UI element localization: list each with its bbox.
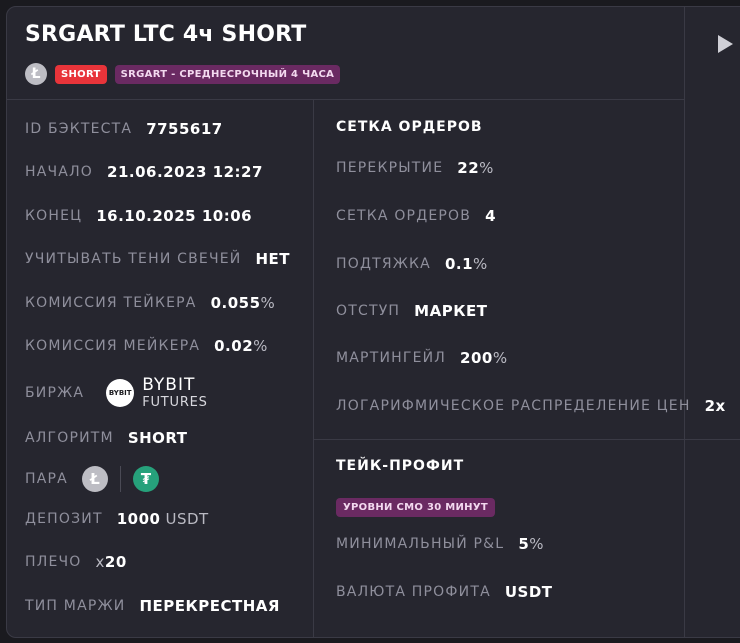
min-pnl-label: МИНИМАЛЬНЫЙ P&L	[336, 536, 505, 552]
backtest-card: SRGART LTC 4ч SHORT Ł SHORT SRGART - СРЕ…	[6, 6, 740, 638]
header-badges: Ł SHORT SRGART - СРЕДНЕСРОЧНЫЙ 4 ЧАСА	[25, 63, 341, 85]
section-divider	[313, 439, 740, 440]
leverage-value: x20	[95, 553, 127, 571]
column-divider	[313, 100, 314, 637]
take-profit-badge: УРОВНИ СМО 30 МИНУТ	[336, 498, 495, 517]
leverage-label: ПЛЕЧО	[25, 554, 82, 570]
deposit-row: ДЕПОЗИТ 1000 USDT	[25, 510, 209, 528]
grid-section-title: СЕТКА ОРДЕРОВ	[336, 119, 483, 135]
margin-type-row: ТИП МАРЖИ ПЕРЕКРЕСТНАЯ	[25, 597, 280, 615]
taker-fee-row: КОМИССИЯ ТЕЙКЕРА 0.055%	[25, 294, 275, 312]
min-pnl-row: МИНИМАЛЬНЫЙ P&L 5%	[336, 535, 544, 553]
overlap-label: ПЕРЕКРЫТИЕ	[336, 160, 444, 176]
log-distribution-row: ЛОГАРИФМИЧЕСКОЕ РАСПРЕДЕЛЕНИЕ ЦЕН 2x	[336, 397, 726, 415]
martingale-row: МАРТИНГЕЙЛ 200%	[336, 349, 508, 367]
play-icon[interactable]	[718, 35, 733, 53]
grid-orders-label: СЕТКА ОРДЕРОВ	[336, 208, 472, 224]
start-row: НАЧАЛО 21.06.2023 12:27	[25, 163, 263, 181]
profit-currency-value: USDT	[504, 583, 553, 601]
right-divider	[684, 7, 685, 637]
bybit-logo-icon: BYBIT	[106, 379, 135, 407]
pullup-label: ПОДТЯЖКА	[336, 256, 431, 272]
log-distribution-label: ЛОГАРИФМИЧЕСКОЕ РАСПРЕДЕЛЕНИЕ ЦЕН	[336, 398, 691, 414]
log-distribution-value: 2x	[704, 397, 726, 415]
taker-fee-value: 0.055%	[210, 294, 276, 312]
exchange-label: БИРЖА	[25, 385, 85, 401]
algorithm-label: АЛГОРИТМ	[25, 430, 114, 446]
grid-orders-row: СЕТКА ОРДЕРОВ 4	[336, 207, 496, 225]
backtest-id-value: 7755617	[146, 120, 223, 138]
maker-fee-label: КОМИССИЯ МЕЙКЕРА	[25, 338, 201, 354]
exchange-name-sub: FUTURES	[142, 395, 208, 410]
litecoin-icon: Ł	[25, 63, 47, 85]
exchange-row: БИРЖА BYBIT BYBIT FUTURES	[25, 375, 208, 410]
backtest-id-row: ID БЭКТЕСТА 7755617	[25, 120, 223, 138]
pair-separator	[119, 466, 121, 492]
maker-fee-row: КОМИССИЯ МЕЙКЕРА 0.02%	[25, 337, 268, 355]
pullup-value: 0.1%	[444, 255, 488, 273]
header-divider	[7, 99, 684, 100]
backtest-id-label: ID БЭКТЕСТА	[25, 121, 133, 137]
maker-fee-value: 0.02%	[214, 337, 268, 355]
deposit-value: 1000	[116, 510, 161, 528]
end-label: КОНЕЦ	[25, 208, 83, 224]
exchange-name-main: BYBIT	[142, 375, 196, 395]
exchange-name: BYBIT FUTURES	[142, 375, 208, 410]
deposit-unit: USDT	[165, 510, 209, 528]
pair-row: ПАРА Ł ₮	[25, 466, 159, 492]
wicks-value: НЕТ	[255, 250, 291, 268]
algorithm-row: АЛГОРИТМ SHORT	[25, 429, 188, 447]
wicks-row: УЧИТЫВАТЬ ТЕНИ СВЕЧЕЙ НЕТ	[25, 250, 290, 268]
leverage-row: ПЛЕЧО x20	[25, 553, 127, 571]
offset-value: МАРКЕТ	[414, 302, 488, 320]
side-badge: SHORT	[55, 64, 107, 84]
pair-label: ПАРА	[25, 471, 68, 487]
pullup-row: ПОДТЯЖКА 0.1%	[336, 255, 488, 273]
martingale-value: 200%	[460, 349, 508, 367]
margin-type-label: ТИП МАРЖИ	[25, 598, 126, 614]
start-label: НАЧАЛО	[25, 164, 94, 180]
taker-fee-label: КОМИССИЯ ТЕЙКЕРА	[25, 295, 197, 311]
deposit-label: ДЕПОЗИТ	[25, 511, 103, 527]
strategy-badge: SRGART - СРЕДНЕСРОЧНЫЙ 4 ЧАСА	[114, 64, 341, 84]
martingale-label: МАРТИНГЕЙЛ	[336, 350, 447, 366]
backtest-title: SRGART LTC 4ч SHORT	[25, 22, 307, 47]
take-profit-title: ТЕЙК-ПРОФИТ	[336, 458, 465, 474]
litecoin-icon: Ł	[81, 466, 108, 492]
end-row: КОНЕЦ 16.10.2025 10:06	[25, 207, 252, 225]
end-value: 16.10.2025 10:06	[96, 207, 253, 225]
wicks-label: УЧИТЫВАТЬ ТЕНИ СВЕЧЕЙ	[25, 251, 242, 267]
profit-currency-row: ВАЛЮТА ПРОФИТА USDT	[336, 583, 553, 601]
offset-row: ОТСТУП МАРКЕТ	[336, 302, 487, 320]
overlap-value: 22%	[457, 159, 494, 177]
start-value: 21.06.2023 12:27	[107, 163, 263, 181]
profit-currency-label: ВАЛЮТА ПРОФИТА	[336, 584, 491, 600]
margin-type-value: ПЕРЕКРЕСТНАЯ	[139, 597, 280, 615]
tether-icon: ₮	[132, 466, 159, 492]
grid-orders-value: 4	[485, 207, 496, 225]
algorithm-value: SHORT	[127, 429, 188, 447]
overlap-row: ПЕРЕКРЫТИЕ 22%	[336, 159, 494, 177]
offset-label: ОТСТУП	[336, 303, 401, 319]
min-pnl-value: 5%	[518, 535, 545, 553]
